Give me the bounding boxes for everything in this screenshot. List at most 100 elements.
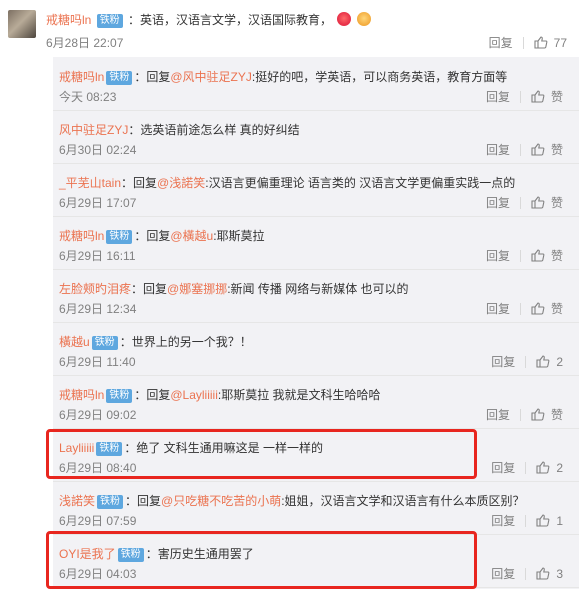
fan-badge[interactable]: 铁粉	[106, 71, 133, 85]
reply-row: 橫越u 铁粉 ：世界上的另一个我？！ 6月29日 11:40 回复 2	[53, 322, 579, 376]
timestamp: 6月29日 16:11	[59, 249, 136, 263]
reply-prefix: ：回复	[134, 388, 171, 402]
reply-username[interactable]: 橫越u	[59, 335, 90, 349]
reply-row: 风中驻足ZYJ：选英语前途怎么样 真的好纠结 6月30日 02:24 回复 赞	[53, 110, 579, 164]
fan-badge[interactable]: 铁粉	[91, 336, 118, 350]
cat-emoji-icon	[356, 12, 371, 26]
reply-row: 左脸颊旳泪疼：回复@娜塞挪挪:新闻 传播 网络与新媒体 也可以的 6月29日 12…	[53, 269, 579, 323]
fan-badge[interactable]: 铁粉	[96, 14, 123, 28]
like-thumb-icon[interactable]	[531, 143, 545, 156]
avatar[interactable]	[8, 10, 36, 38]
like-count[interactable]: 赞	[551, 300, 563, 317]
reply-prefix: ：回复	[134, 229, 171, 243]
timestamp: 6月29日 17:07	[59, 196, 137, 210]
reply-button[interactable]: 回复	[486, 194, 510, 211]
like-count[interactable]: 3	[556, 567, 563, 581]
reply-row: 戒糖吗ln 铁粉 ：回复@橫越u:耶斯莫拉 6月29日 16:11 回复 赞	[53, 216, 579, 270]
red-highlight-box	[46, 531, 477, 589]
main-comment: 戒糖吗ln 铁粉 ：英语，汉语言文学，汉语国际教育， 6月28日 22:07 回…	[0, 0, 579, 56]
reply-username[interactable]: 风中驻足ZYJ	[59, 123, 128, 137]
timestamp: 今天 08:23	[59, 90, 117, 104]
reply-text: :耶斯莫拉 我就是文科生哈哈哈	[217, 388, 381, 402]
reply-button[interactable]: 回复	[491, 353, 515, 370]
reply-prefix: ：回复	[131, 282, 168, 296]
divider	[525, 567, 527, 580]
like-thumb-icon[interactable]	[536, 461, 550, 474]
reply-username[interactable]: 浅諾笑	[59, 494, 95, 508]
mention-link[interactable]: @橫越u	[170, 229, 213, 243]
reply-username[interactable]: 戒糖吗ln	[59, 70, 104, 84]
red-highlight-box	[46, 429, 477, 479]
mention-link[interactable]: @风中驻足ZYJ	[170, 70, 252, 84]
kiss-emoji-icon	[337, 12, 352, 26]
reply-prefix: ：回复	[121, 176, 158, 190]
reply-text: :姐姐，汉语言文学和汉语言有什么本质区别？	[281, 494, 525, 508]
comment-text: ：英语，汉语言文学，汉语国际教育，	[128, 13, 333, 27]
like-count[interactable]: 赞	[551, 141, 563, 158]
reply-button[interactable]: 回复	[486, 141, 510, 158]
like-count[interactable]: 赞	[551, 88, 563, 105]
username[interactable]: 戒糖吗ln	[46, 13, 91, 27]
like-thumb-icon[interactable]	[534, 36, 548, 49]
timestamp: 6月29日 12:34	[59, 302, 137, 316]
reply-text: ：选英语前途怎么样 真的好纠结	[128, 123, 300, 137]
reply-row: 戒糖吗ln 铁粉 ：回复@风中驻足ZYJ:挺好的吧，学英语，可以商务英语，教育方面等…	[53, 57, 579, 111]
divider	[525, 355, 527, 368]
mention-link[interactable]: @浅諾笑	[157, 176, 205, 190]
reply-text: :汉语言更偏重理论 语言类的 汉语言文学更偏重实践一点的	[205, 176, 516, 190]
timestamp: 6月29日 09:02	[59, 408, 137, 422]
like-count[interactable]: 77	[554, 36, 567, 50]
reply-button[interactable]: 回复	[491, 512, 515, 529]
reply-button[interactable]: 回复	[491, 565, 515, 582]
divider	[519, 249, 521, 262]
like-thumb-icon[interactable]	[531, 408, 545, 421]
like-thumb-icon[interactable]	[531, 196, 545, 209]
reply-text: ：世界上的另一个我？！	[119, 335, 252, 349]
mention-link[interactable]: @只吃糖不吃苦的小萌	[161, 494, 281, 508]
like-count[interactable]: 2	[556, 461, 563, 475]
reply-list: 戒糖吗ln 铁粉 ：回复@风中驻足ZYJ:挺好的吧，学英语，可以商务英语，教育方面等…	[53, 57, 579, 589]
mention-link[interactable]: @娜塞挪挪	[167, 282, 227, 296]
reply-button[interactable]: 回复	[486, 88, 510, 105]
divider	[519, 196, 521, 209]
like-thumb-icon[interactable]	[536, 355, 550, 368]
timestamp: 6月29日 11:40	[59, 355, 136, 369]
divider	[519, 408, 521, 421]
reply-button[interactable]: 回复	[491, 459, 515, 476]
reply-prefix: ：回复	[125, 494, 162, 508]
like-count[interactable]: 赞	[551, 194, 563, 211]
reply-prefix: ：回复	[134, 70, 171, 84]
divider	[519, 302, 521, 315]
divider	[519, 143, 521, 156]
reply-button[interactable]: 回复	[486, 247, 510, 264]
reply-row: 浅諾笑 铁粉 ：回复@只吃糖不吃苦的小萌:姐姐，汉语言文学和汉语言有什么本质区别？ 6…	[53, 481, 579, 535]
divider	[525, 514, 527, 527]
reply-username[interactable]: 戒糖吗ln	[59, 388, 104, 402]
timestamp: 6月28日 22:07	[46, 36, 124, 50]
reply-row: _平芜山tain：回复@浅諾笑:汉语言更偏重理论 语言类的 汉语言文学更偏重实践…	[53, 163, 579, 217]
like-count[interactable]: 2	[556, 355, 563, 369]
fan-badge[interactable]: 铁粉	[106, 389, 133, 403]
mention-link[interactable]: @Layliiiii	[170, 388, 218, 402]
reply-row: 戒糖吗ln 铁粉 ：回复@Layliiiii:耶斯莫拉 我就是文科生哈哈哈 6月29日…	[53, 375, 579, 429]
fan-badge[interactable]: 铁粉	[106, 230, 133, 244]
like-thumb-icon[interactable]	[536, 567, 550, 580]
timestamp: 6月30日 02:24	[59, 143, 137, 157]
reply-button[interactable]: 回复	[489, 34, 513, 51]
reply-text: :耶斯莫拉	[213, 229, 265, 243]
like-thumb-icon[interactable]	[531, 302, 545, 315]
like-count[interactable]: 赞	[551, 247, 563, 264]
divider	[519, 90, 521, 103]
reply-button[interactable]: 回复	[486, 300, 510, 317]
reply-text: :新闻 传播 网络与新媒体 也可以的	[227, 282, 409, 296]
reply-username[interactable]: 左脸颊旳泪疼	[59, 282, 131, 296]
like-count[interactable]: 赞	[551, 406, 563, 423]
like-thumb-icon[interactable]	[536, 514, 550, 527]
reply-username[interactable]: _平芜山tain	[59, 176, 121, 190]
like-thumb-icon[interactable]	[531, 90, 545, 103]
reply-button[interactable]: 回复	[486, 406, 510, 423]
like-count[interactable]: 1	[556, 514, 563, 528]
fan-badge[interactable]: 铁粉	[97, 495, 124, 509]
like-thumb-icon[interactable]	[531, 249, 545, 262]
reply-username[interactable]: 戒糖吗ln	[59, 229, 104, 243]
